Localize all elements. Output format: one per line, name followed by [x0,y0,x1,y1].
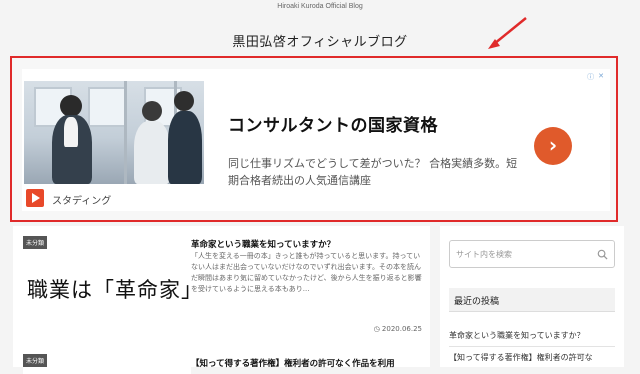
category-label[interactable]: 未分類 [23,354,48,367]
post-excerpt: 「人生を変える一冊の本」きっと誰もが持っていると思います。持っていない人はまだ出… [191,252,422,293]
divider [449,346,615,347]
recent-post-link[interactable]: 【知って得する著作権】権利者の許可な [449,352,615,363]
post-thumbnail[interactable]: 未分類 [23,354,191,374]
post-list: 未分類 職業は「革命家」 革命家という職業を知っていますか？ 「人生を変える一冊… [13,226,430,374]
blog-title[interactable]: 黒田弘啓オフィシャルブログ [0,31,640,50]
close-icon[interactable]: ✕ [598,72,604,82]
search-input[interactable]: サイト内を検索 [449,240,615,268]
annotation-arrow [488,17,527,49]
ad-headline[interactable]: コンサルタントの国家資格 [228,111,438,136]
ad-photo[interactable] [24,81,204,184]
thumbnail-text: 職業は「革命家」 [27,278,203,302]
category-label[interactable]: 未分類 [23,236,48,249]
sidebar: サイト内を検索 最近の投稿 革命家という職業を知っていますか？ 【知って得する著… [440,226,624,367]
ad-badge[interactable]: ⓘ ✕ [587,72,604,82]
clock-icon: ◷ [373,325,380,333]
ad-highlight-frame: ⓘ ✕ スタディング コンサルタントの国家資格 同じ仕事リズムでどうして差がつい… [10,56,618,222]
ad-description[interactable]: 同じ仕事リズムでどうして差がついた？ 合格実績多数。短期合格者続出の人気通信講座 [228,155,518,189]
ad-banner[interactable]: ⓘ ✕ スタディング コンサルタントの国家資格 同じ仕事リズムでどうして差がつい… [22,69,610,211]
recent-posts-heading: 最近の投稿 [449,288,615,312]
ad-cta-button[interactable]: › [534,127,572,165]
post-date: ◷ 2020.06.25 [373,325,422,333]
site-tagline: Hiroaki Kuroda Official Blog [277,3,363,10]
recent-post-link[interactable]: 革命家という職業を知っていますか？ [449,330,615,341]
post-title[interactable]: 【知って得する著作権】権利者の許可なく作品を利用 [191,357,421,369]
studying-logo-icon[interactable] [26,189,44,207]
chevron-right-icon: › [548,133,558,157]
post-thumbnail[interactable]: 未分類 職業は「革命家」 [23,236,202,324]
post-title[interactable]: 革命家という職業を知っていますか？ [191,238,421,250]
info-icon[interactable]: ⓘ [587,72,594,82]
ad-brand[interactable]: スタディング [52,192,111,207]
search-icon[interactable] [597,249,608,260]
